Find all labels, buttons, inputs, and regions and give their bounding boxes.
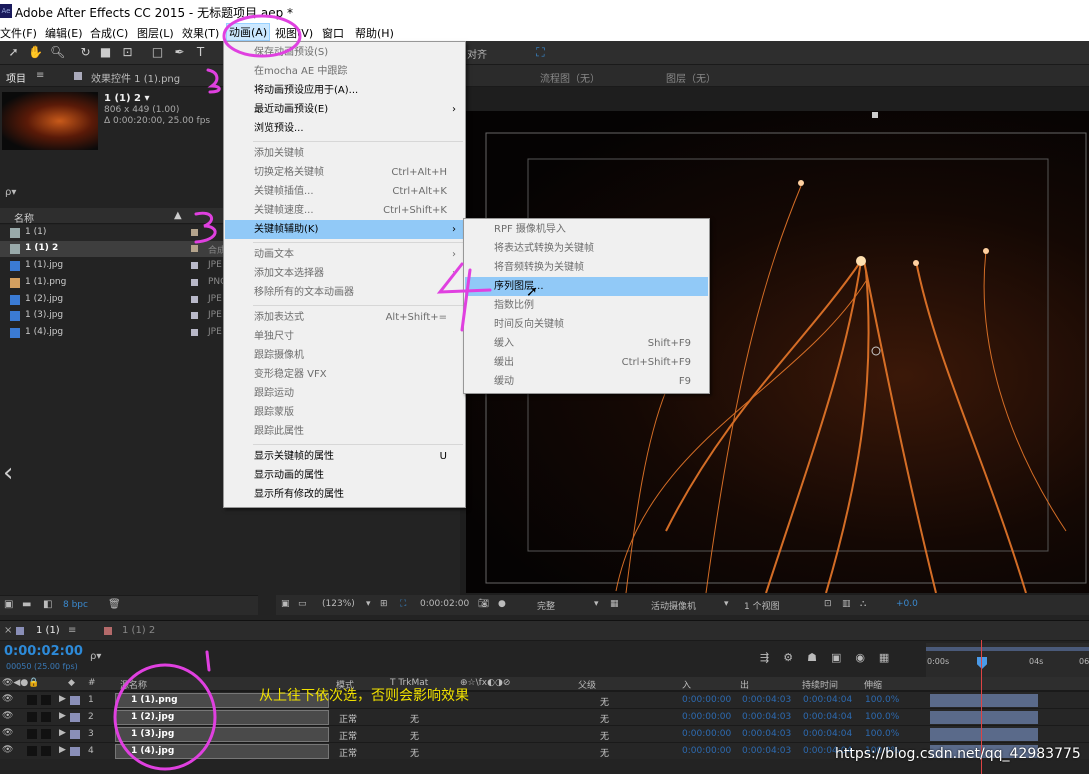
- annotation-scribble: [206, 68, 221, 94]
- annotation-scribble: [205, 650, 211, 672]
- annotation-scribble: [436, 262, 492, 332]
- annotation-overlay: [113, 14, 492, 771]
- instruction-caption: 从上往下依次选，否则会影响效果: [259, 688, 469, 704]
- annotation-scribble: [194, 211, 217, 244]
- annotation-circle-layers: [113, 663, 217, 771]
- annotation-circle-menu: [222, 14, 302, 58]
- watermark: https://blog.csdn.net/qq_42983775: [835, 746, 1081, 762]
